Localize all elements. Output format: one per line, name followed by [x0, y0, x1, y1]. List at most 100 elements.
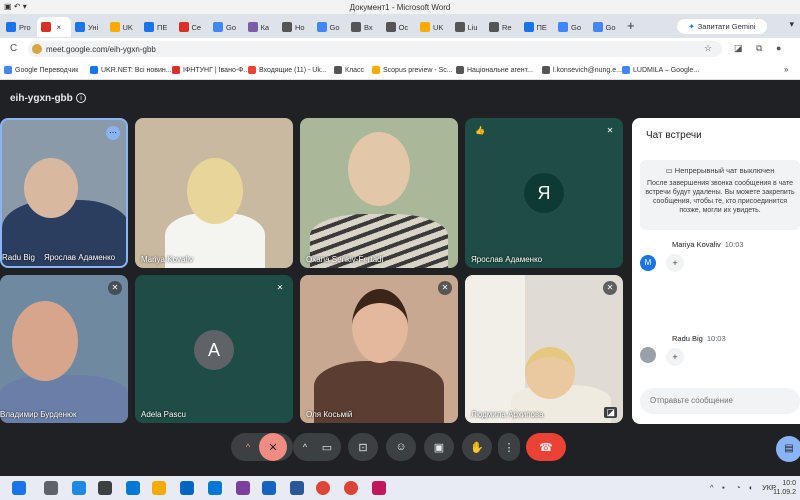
extensions-puzzle-icon[interactable]: ⧉: [756, 43, 762, 54]
participant-tile[interactable]: 👍 ✕ Я Ярослав Адаменко: [465, 118, 623, 268]
window-controls[interactable]: ▾: [789, 19, 794, 30]
file-explorer-icon[interactable]: [152, 481, 166, 495]
window-title: Документ1 - Microsoft Word: [349, 3, 451, 12]
new-tab-button[interactable]: +: [627, 18, 635, 33]
participant-tile[interactable]: ✕ A Adela Pascu: [135, 275, 293, 423]
mic-options-chevron-icon[interactable]: ^: [238, 433, 258, 461]
browser-tab[interactable]: Ос: [382, 17, 416, 37]
browser-tab[interactable]: Ка: [244, 17, 278, 37]
participant-tile[interactable]: ✕ Владимир Бурденюк: [0, 275, 128, 423]
leave-call-button[interactable]: ☎: [526, 433, 566, 461]
store-icon[interactable]: [126, 481, 140, 495]
chat-message-bubble[interactable]: +: [666, 254, 684, 272]
word-icon[interactable]: [290, 481, 304, 495]
bookmark-item[interactable]: l.konsevich@nung.e...: [542, 66, 622, 74]
raise-hand-button[interactable]: ✋: [462, 433, 492, 461]
chat-message-input[interactable]: [640, 388, 800, 414]
chat-notice-icon: ▭: [665, 166, 675, 175]
participant-video-face: [525, 347, 575, 399]
meeting-info-icon[interactable]: i: [76, 93, 86, 103]
tab-label: Уні: [88, 22, 99, 32]
browser-tab[interactable]: ×: [36, 17, 71, 37]
participant-name: Оля Косьмій: [306, 410, 353, 419]
chat-message-bubble[interactable]: +: [666, 348, 684, 366]
browser-tab[interactable]: ПЕ: [140, 17, 174, 37]
browser-tab[interactable]: Go: [313, 17, 347, 37]
chat-notice-title: Непрерывный чат выключен: [674, 166, 775, 175]
bookmark-item[interactable]: Входящие (11) - Uk...: [248, 66, 327, 74]
bookmark-item[interactable]: Google Переводчик: [4, 66, 78, 74]
profile-icon[interactable]: ●: [776, 43, 781, 53]
mail-icon[interactable]: [180, 481, 194, 495]
browser-tab[interactable]: Liu: [451, 17, 485, 37]
browser-tab[interactable]: Pro: [2, 17, 36, 37]
participant-tile[interactable]: ✕ Оля Косьмій: [300, 275, 458, 423]
more-options-icon[interactable]: ⋯: [106, 126, 120, 140]
tray-chevron-icon[interactable]: ^: [710, 483, 714, 492]
app-icon[interactable]: [208, 481, 222, 495]
bookmark-item[interactable]: Scopus preview - Sc...: [372, 66, 453, 74]
chat-notice-body: После завершения звонка сообщения в чате…: [645, 180, 795, 214]
app-icon[interactable]: [372, 481, 386, 495]
present-screen-button[interactable]: ⊡: [348, 433, 378, 461]
tray-app-icon[interactable]: ▪: [722, 483, 725, 492]
bookmark-favicon-icon: [372, 66, 380, 74]
taskview-icon[interactable]: [98, 481, 112, 495]
edge-icon[interactable]: [72, 481, 86, 495]
more-bookmarks-icon[interactable]: »: [784, 65, 788, 74]
camera-options-chevron-icon[interactable]: ^: [297, 433, 313, 461]
browser-tab[interactable]: Go: [589, 17, 623, 37]
reaction-thumbs-up-icon: 👍: [475, 126, 485, 135]
bookmark-item[interactable]: LUDMILA – Google...: [622, 66, 699, 74]
bookmark-label: Scopus preview - Sc...: [383, 66, 453, 74]
mic-toggle-button[interactable]: ✕: [259, 433, 287, 461]
browser-tab[interactable]: Re: [485, 17, 519, 37]
copilot-icon[interactable]: [44, 481, 58, 495]
ask-gemini-button[interactable]: ✦ Запитати Gemini: [677, 19, 767, 34]
bookmark-star-icon[interactable]: ☆: [704, 43, 712, 54]
extension-icon[interactable]: ◪: [734, 43, 743, 54]
app-icon[interactable]: [262, 481, 276, 495]
camera-toggle-button[interactable]: ▭: [314, 433, 340, 461]
browser-tab[interactable]: Се: [175, 17, 209, 37]
browser-tab[interactable]: Вх: [347, 17, 381, 37]
participant-tile[interactable]: Oxana Senkiv-Fertadi: [300, 118, 458, 268]
participant-tile[interactable]: ⋯ Radu Big Ярослав Адаменко: [0, 118, 128, 268]
browser-tab[interactable]: Go: [554, 17, 588, 37]
volume-icon[interactable]: ◖: [748, 483, 753, 492]
captions-button[interactable]: ▣: [424, 433, 454, 461]
tab-close-icon[interactable]: ×: [57, 23, 62, 32]
bookmark-item[interactable]: Класс: [334, 66, 364, 74]
reload-icon[interactable]: C: [10, 43, 17, 54]
participant-tile[interactable]: Mariya Kovaliv: [135, 118, 293, 268]
bookmark-label: l.konsevich@nung.e...: [553, 66, 622, 74]
windows-start-icon[interactable]: [12, 481, 26, 495]
bookmark-item[interactable]: ІФНТУНГ | Івано-Ф...: [172, 66, 249, 74]
pin-icon[interactable]: ◪: [604, 407, 617, 418]
bookmark-item[interactable]: UKR.NET: Всі новин...: [90, 66, 172, 74]
browser-tab-strip: + ✦ Запитати Gemini ▾ Pro × Уні UK ПЕ Се Go Ка Н…: [0, 14, 800, 38]
browser-tab[interactable]: Но: [278, 17, 312, 37]
browser-tab[interactable]: UK: [416, 17, 450, 37]
participant-tile[interactable]: ✕ ◪ Людмила Архипова: [465, 275, 623, 423]
browser-tab[interactable]: ПЕ: [520, 17, 554, 37]
tab-label: Вх: [364, 22, 373, 32]
hang-up-icon: ☎: [539, 441, 553, 454]
system-clock[interactable]: 10:0 11.09.2: [773, 479, 796, 497]
chrome-icon[interactable]: [316, 481, 330, 495]
onenote-icon[interactable]: [236, 481, 250, 495]
browser-tab[interactable]: Go: [209, 17, 243, 37]
network-icon[interactable]: ◔: [736, 483, 741, 492]
site-info-icon[interactable]: [32, 44, 42, 54]
chrome-icon[interactable]: [344, 481, 358, 495]
participant-name-secondary: Ярослав Адаменко: [44, 253, 116, 262]
chat-toggle-button[interactable]: ▤: [776, 436, 800, 462]
clock-date: 11.09.2: [773, 489, 796, 496]
reactions-button[interactable]: ☺: [386, 433, 416, 461]
bookmark-item[interactable]: Національне агент...: [456, 66, 533, 74]
chat-message-header: Mariya Kovaliv 10:03: [672, 240, 744, 249]
browser-tab[interactable]: UK: [106, 17, 140, 37]
omnibox[interactable]: meet.google.com/eih-ygxn-gbb: [28, 41, 722, 57]
browser-tab[interactable]: Уні: [71, 17, 105, 37]
more-options-button[interactable]: ⋮: [498, 433, 520, 461]
